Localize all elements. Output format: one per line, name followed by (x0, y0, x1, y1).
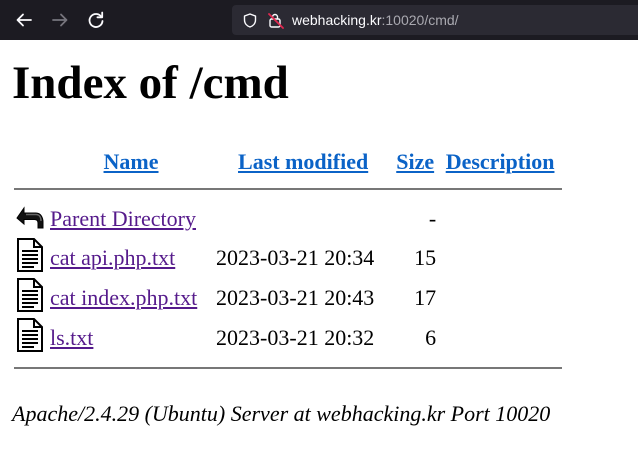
table-row: cat api.php.txt 2023-03-21 20:34 15 (14, 238, 562, 278)
size-cell: 17 (414, 285, 437, 310)
separator-row (14, 358, 562, 378)
modified-cell: 2023-03-21 20:43 (216, 285, 375, 310)
description-cell (438, 318, 562, 358)
modified-cell: 2023-03-21 20:34 (216, 245, 375, 270)
back-arrow-icon (16, 13, 32, 27)
back-button[interactable] (13, 9, 35, 31)
shield-icon[interactable] (243, 13, 257, 28)
file-link[interactable]: ls.txt (50, 325, 93, 350)
reload-button[interactable] (85, 9, 107, 31)
description-column-header: Description (438, 145, 562, 179)
sort-by-name-link[interactable]: Name (104, 149, 159, 174)
size-cell: 15 (414, 245, 437, 270)
page-title: Index of /cmd (12, 57, 289, 109)
reload-icon (88, 11, 104, 28)
text-file-icon (17, 278, 43, 312)
forward-button[interactable] (49, 9, 71, 31)
text-file-icon (17, 318, 43, 352)
icon-cell (14, 199, 48, 238)
parent-directory-link[interactable]: Parent Directory (50, 206, 196, 231)
directory-listing: Name Last modified Size Description Pare… (14, 145, 562, 378)
separator-row (14, 179, 562, 199)
file-link[interactable]: cat index.php.txt (50, 285, 197, 310)
file-name-cell: ls.txt (48, 318, 214, 358)
description-cell (438, 199, 562, 238)
address-bar[interactable]: webhacking.kr:10020/cmd/ (232, 5, 638, 35)
modified-cell: 2023-03-21 20:32 (216, 325, 375, 350)
file-link[interactable]: cat api.php.txt (50, 245, 175, 270)
file-name-cell: cat api.php.txt (48, 238, 214, 278)
sort-by-modified-link[interactable]: Last modified (238, 149, 368, 174)
size-cell: 6 (425, 325, 437, 350)
forward-arrow-icon (52, 13, 68, 27)
divider (14, 188, 562, 190)
sort-by-description-link[interactable]: Description (446, 149, 555, 174)
file-name-cell: cat index.php.txt (48, 278, 214, 318)
file-name-cell: Parent Directory (48, 199, 214, 238)
text-file-icon (17, 238, 43, 272)
description-cell (438, 238, 562, 278)
insecure-lock-icon[interactable] (268, 12, 284, 29)
table-row: cat index.php.txt 2023-03-21 20:43 17 (14, 278, 562, 318)
size-cell: - (428, 205, 437, 231)
icon-cell (14, 238, 48, 278)
sort-by-size-link[interactable]: Size (396, 149, 434, 174)
size-column-header: Size (392, 145, 438, 179)
browser-toolbar: webhacking.kr:10020/cmd/ (0, 0, 638, 40)
description-cell (438, 278, 562, 318)
table-row: Parent Directory - (14, 199, 562, 238)
header-row: Name Last modified Size Description (14, 145, 562, 179)
icon-cell (14, 278, 48, 318)
icon-column-header (14, 145, 48, 179)
divider (14, 367, 562, 369)
url-text[interactable]: webhacking.kr:10020/cmd/ (292, 12, 459, 28)
url-path: :10020/cmd/ (381, 12, 459, 28)
name-column-header: Name (48, 145, 214, 179)
modified-cell (214, 199, 392, 238)
icon-cell (14, 318, 48, 358)
url-host: webhacking.kr (292, 12, 382, 28)
modified-column-header: Last modified (214, 145, 392, 179)
back-arrow-icon (16, 205, 44, 228)
table-row: ls.txt 2023-03-21 20:32 6 (14, 318, 562, 358)
server-signature: Apache/2.4.29 (Ubuntu) Server at webhack… (12, 401, 551, 426)
